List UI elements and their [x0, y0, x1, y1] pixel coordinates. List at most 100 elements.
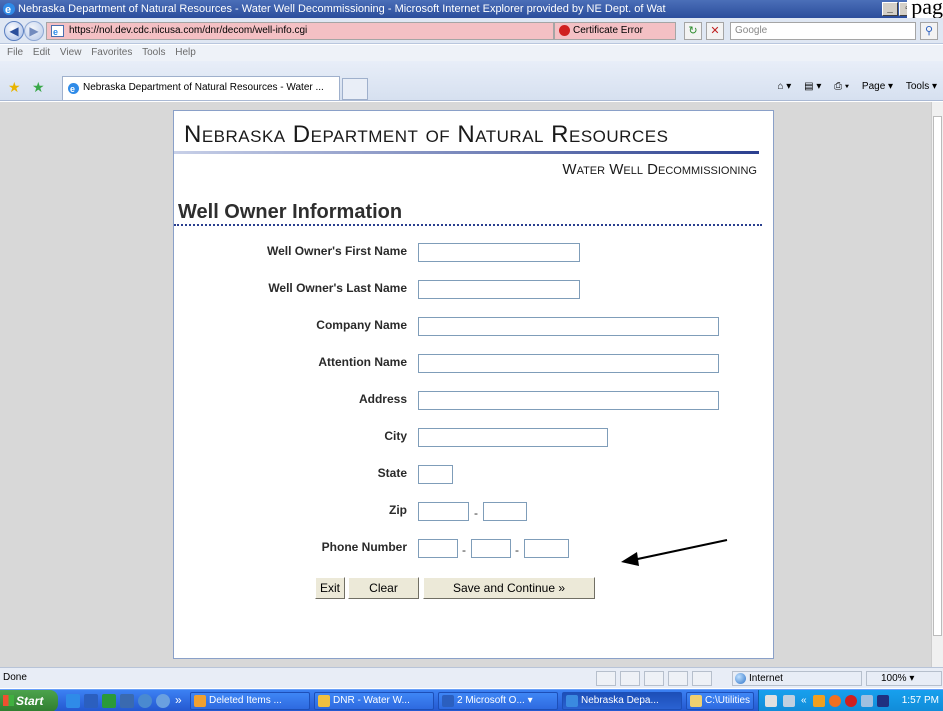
tab-bar: ★ ★ e Nebraska Department of Natural Res…	[0, 61, 943, 101]
svg-text:e: e	[70, 84, 75, 94]
tab-label: Nebraska Department of Natural Resources…	[83, 82, 324, 93]
favorites-star-icon[interactable]: ★	[8, 79, 21, 96]
first-name-field[interactable]	[418, 243, 580, 262]
save-and-continue-button[interactable]: Save and Continue »	[423, 577, 595, 599]
section-title: Well Owner Information	[178, 201, 403, 223]
certificate-error-button[interactable]: Certificate Error	[554, 22, 676, 40]
task-label: 2 Microsoft O... ▾	[457, 695, 533, 706]
phone-prefix-field[interactable]	[471, 539, 511, 558]
word-icon	[442, 695, 454, 707]
tray-chevron[interactable]: «	[801, 690, 807, 711]
print-button[interactable]: ⎙ ▾	[834, 81, 849, 92]
windows-flag-icon	[3, 695, 14, 706]
new-tab-button[interactable]	[342, 78, 368, 100]
menu-favorites[interactable]: Favorites	[91, 45, 132, 61]
attention-name-field[interactable]	[418, 354, 719, 373]
navigation-bar: ◀ ▶ e https://nol.dev.cdc.nicusa.com/dnr…	[0, 18, 943, 44]
tray-app-icon-3[interactable]	[845, 695, 857, 707]
tray-app-icon-1[interactable]	[813, 695, 825, 707]
exit-button[interactable]: Exit	[315, 577, 345, 599]
status-text: Done	[3, 672, 27, 683]
ie-quicklaunch-icon[interactable]	[66, 694, 80, 708]
status-bar: Done Internet 100% ▾	[0, 667, 943, 688]
help-tray-icon[interactable]	[765, 695, 777, 707]
tools-menu-button[interactable]: Tools ▾	[906, 81, 937, 92]
ie-icon	[566, 695, 578, 707]
phone-number-label: Phone Number	[321, 540, 407, 554]
feeds-button[interactable]: ▤ ▾	[804, 81, 821, 92]
refresh-button[interactable]: ↻	[684, 22, 702, 40]
page-menu-button[interactable]: Page ▾	[862, 81, 893, 92]
start-label: Start	[16, 694, 44, 708]
volume-icon[interactable]	[861, 695, 873, 707]
state-label: State	[377, 466, 407, 480]
menu-view[interactable]: View	[60, 45, 82, 61]
tray-app-icon-4[interactable]	[877, 695, 889, 707]
tab-nebraska-dnr[interactable]: e Nebraska Department of Natural Resourc…	[62, 76, 340, 100]
banner-divider	[174, 151, 759, 154]
clock: 1:57 PM	[901, 695, 939, 706]
command-bar: ⌂ ▾ ▤ ▾ ⎙ ▾ Page ▾ Tools ▾	[767, 81, 937, 92]
task-dnr-water[interactable]: DNR - Water W...	[314, 692, 434, 710]
address-label: Address	[358, 392, 407, 406]
phone-area-code-field[interactable]	[418, 539, 458, 558]
menu-help[interactable]: Help	[175, 45, 196, 61]
task-label: C:\Utilities	[705, 695, 751, 706]
stop-button[interactable]: ✕	[706, 22, 724, 40]
zoom-level[interactable]: 100% ▾	[866, 671, 942, 686]
state-field[interactable]	[418, 465, 453, 484]
phone-line-field[interactable]	[524, 539, 569, 558]
menu-tools[interactable]: Tools	[142, 45, 165, 61]
task-utilities-folder[interactable]: C:\Utilities	[686, 692, 754, 710]
status-pane-3	[644, 671, 664, 686]
task-nebraska-depa[interactable]: Nebraska Depa...	[562, 692, 682, 710]
zip-field[interactable]	[418, 502, 469, 521]
city-field[interactable]	[418, 428, 608, 447]
network-tray-icon[interactable]	[783, 695, 795, 707]
address-bar[interactable]: e https://nol.dev.cdc.nicusa.com/dnr/dec…	[46, 22, 554, 40]
ie-logo-icon: e	[3, 3, 15, 16]
quicklaunch-chevron[interactable]: »	[175, 693, 182, 707]
minimize-button[interactable]: _	[882, 2, 898, 16]
scrollbar-thumb[interactable]	[933, 116, 942, 636]
app3-quicklaunch-icon[interactable]	[156, 694, 170, 708]
start-button[interactable]: Start	[0, 690, 58, 711]
add-favorites-icon[interactable]: ★	[32, 79, 45, 96]
phone-separator-2: -	[515, 543, 519, 557]
task-label: DNR - Water W...	[333, 695, 410, 706]
status-pane-4	[668, 671, 688, 686]
outlook-icon	[194, 695, 206, 707]
clear-button[interactable]: Clear	[348, 577, 419, 599]
search-icon[interactable]: ⚲	[920, 22, 938, 40]
address-field[interactable]	[418, 391, 719, 410]
task-microsoft-office[interactable]: 2 Microsoft O... ▾	[438, 692, 558, 710]
forward-arrow-icon[interactable]: ▶	[24, 21, 44, 41]
word-quicklaunch-icon[interactable]	[84, 694, 98, 708]
excel-quicklaunch-icon[interactable]	[102, 694, 116, 708]
company-name-label: Company Name	[316, 318, 407, 332]
page-content: Nebraska Department of Natural Resources…	[173, 110, 774, 659]
menu-file[interactable]: File	[7, 45, 23, 61]
status-pane-5	[692, 671, 712, 686]
app-quicklaunch-icon[interactable]	[120, 694, 134, 708]
vertical-scrollbar[interactable]	[931, 102, 943, 667]
zip-extension-field[interactable]	[483, 502, 527, 521]
mail-icon	[318, 695, 330, 707]
tray-app-icon-2[interactable]	[829, 695, 841, 707]
company-name-field[interactable]	[418, 317, 719, 336]
section-divider	[174, 224, 762, 226]
back-arrow-icon[interactable]: ◀	[4, 21, 24, 41]
ie-tab-icon: e	[68, 83, 79, 94]
app2-quicklaunch-icon[interactable]	[138, 694, 152, 708]
home-button[interactable]: ⌂ ▾	[777, 81, 791, 92]
search-input[interactable]: Google	[730, 22, 916, 40]
menu-edit[interactable]: Edit	[33, 45, 50, 61]
address-url: https://nol.dev.cdc.nicusa.com/dnr/decom…	[69, 25, 308, 36]
task-deleted-items[interactable]: Deleted Items ...	[190, 692, 310, 710]
system-tray: « 1:57 PM	[758, 690, 943, 711]
phone-separator-1: -	[462, 543, 466, 557]
last-name-field[interactable]	[418, 280, 580, 299]
banner-title: Nebraska Department of Natural Resources	[184, 121, 669, 148]
security-zone[interactable]: Internet	[732, 671, 862, 686]
task-label: Deleted Items ...	[209, 695, 282, 706]
